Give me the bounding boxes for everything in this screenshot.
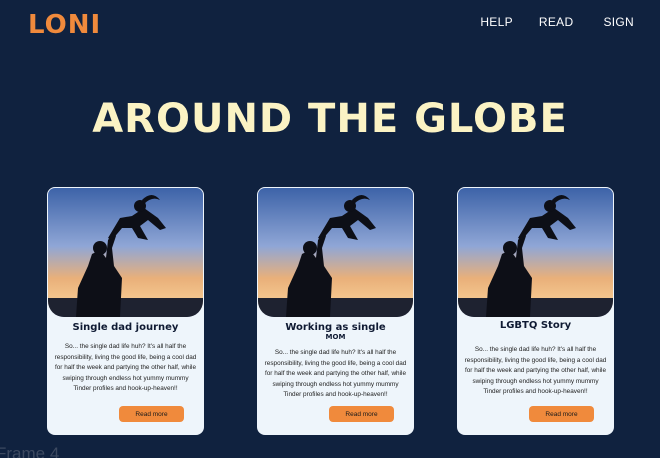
hero-title: AROUND THE GLOBE [92,96,568,142]
card-image [458,188,613,317]
read-more-button[interactable]: Read more [329,406,394,422]
card-body-text: So... the single dad life huh? It's all … [264,349,407,398]
nav-help-link[interactable]: HELP [480,15,513,29]
read-more-button[interactable]: Read more [529,406,594,422]
read-more-button[interactable]: Read more [119,406,184,422]
nav-read-link[interactable]: READ [539,15,574,29]
top-nav: HELP READ SIGN [480,15,634,29]
card-title: Single dad journey [53,322,198,333]
story-card[interactable]: Working as single MOM So... the single d… [257,187,414,435]
card-body-text: So... the single dad life huh? It's all … [464,346,607,395]
frame-label: Frame 4 [0,444,60,458]
story-card[interactable]: LGBTQ Story So... the single dad life hu… [457,187,614,435]
nav-sign-link[interactable]: SIGN [603,15,634,29]
story-card[interactable]: Single dad journey So... the single dad … [47,187,204,435]
card-title-line2: MOM [325,333,346,341]
logo[interactable]: LONI [28,10,101,40]
card-image [48,188,203,317]
card-title: LGBTQ Story [463,320,608,331]
card-title-line1: LGBTQ Story [499,320,572,331]
card-title-line1: Working as single [285,322,386,333]
card-image [258,188,413,317]
card-title-line1: Single dad journey [72,322,179,333]
card-body-text: So... the single dad life huh? It's all … [54,343,197,392]
card-title: Working as single MOM [263,322,408,342]
